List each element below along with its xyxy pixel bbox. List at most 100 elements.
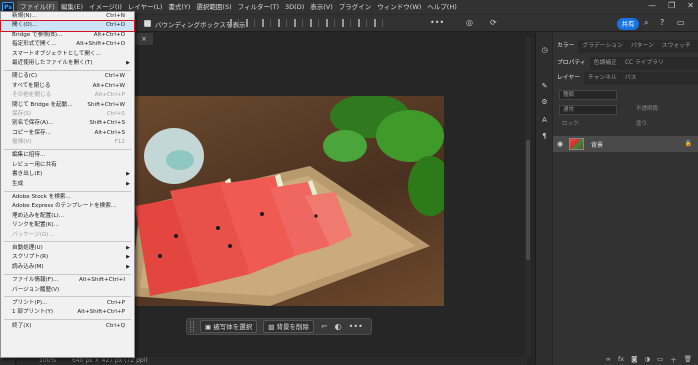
- transform-icon[interactable]: ⌐: [321, 322, 328, 331]
- tab-channels[interactable]: チャンネル: [584, 72, 621, 85]
- tab-properties[interactable]: プロパティ: [553, 57, 590, 70]
- distribute-icon[interactable]: [326, 19, 335, 27]
- adjustment-icon[interactable]: ◐: [335, 322, 342, 331]
- file-menu-item[interactable]: 開く(O)... Ctrl+O: [0, 20, 135, 32]
- file-menu-item[interactable]: バージョン履歴(V): [1, 286, 134, 295]
- tab-color[interactable]: カラー: [553, 40, 579, 53]
- menu-filter[interactable]: フィルター(T): [235, 1, 282, 13]
- file-menu-item[interactable]: 読み込み(M) ▶: [1, 263, 134, 272]
- restore-icon[interactable]: ❐: [668, 1, 675, 10]
- file-menu-item[interactable]: 1 部プリント(Y) Alt+Shift+Ctrl+P: [1, 308, 134, 317]
- workspace-icon[interactable]: ▭: [677, 18, 685, 27]
- layer-style-icon[interactable]: fx: [618, 355, 624, 363]
- menu-type[interactable]: 書式(Y): [165, 1, 193, 13]
- align-center-icon[interactable]: [246, 19, 255, 27]
- minimize-icon[interactable]: —: [648, 1, 656, 10]
- file-menu-item[interactable]: 自動処理(U) ▶: [1, 244, 134, 253]
- menu-separator: [4, 241, 131, 243]
- align-middle-icon[interactable]: [294, 19, 303, 27]
- file-menu-item[interactable]: 別名で保存(A)... Shift+Ctrl+S: [1, 119, 134, 128]
- drag-handle[interactable]: [190, 321, 194, 332]
- align-left-icon[interactable]: [230, 19, 239, 27]
- select-subject-button[interactable]: ▣ 被写体を選択: [200, 320, 258, 333]
- file-menu-item[interactable]: 編集に招待...: [1, 151, 134, 160]
- more-options-icon[interactable]: •••: [430, 18, 444, 27]
- file-menu-item[interactable]: 書き出し(E) ▶: [1, 170, 134, 179]
- file-menu-item[interactable]: すべてを閉じる Alt+Ctrl+W: [1, 82, 134, 91]
- file-menu-item[interactable]: ファイル情報(F)... Alt+Shift+Ctrl+I: [1, 276, 134, 285]
- doc-tab-close-icon[interactable]: ×: [135, 33, 153, 45]
- blend-mode-select[interactable]: 通常: [559, 105, 617, 115]
- scrollbar-thumb[interactable]: [526, 140, 530, 260]
- add-mask-icon[interactable]: ◙: [631, 355, 637, 363]
- menu-item-shortcut: Alt+Shift+Ctrl+O: [76, 41, 125, 48]
- align-top-icon[interactable]: [278, 19, 287, 27]
- file-menu-item[interactable]: 閉じて Bridge を起動... Shift+Ctrl+W: [1, 101, 134, 110]
- menu-separator: [4, 273, 131, 275]
- align-right-icon[interactable]: [262, 19, 271, 27]
- file-menu-item[interactable]: 埋め込みを配置(L)...: [1, 212, 134, 221]
- canvas-image[interactable]: [130, 96, 444, 306]
- align-bottom-icon[interactable]: [310, 19, 319, 27]
- tab-paths[interactable]: パス: [621, 72, 641, 85]
- orbit-icon[interactable]: ⟳: [490, 18, 497, 27]
- tab-pattern[interactable]: パターン: [627, 40, 658, 53]
- file-menu-item[interactable]: 生成 ▶: [1, 180, 134, 189]
- select-subject-label: 被写体を選択: [213, 323, 253, 331]
- delete-layer-icon[interactable]: 🗑: [684, 355, 692, 363]
- file-menu-item[interactable]: 終了(X) Ctrl+Q: [1, 322, 134, 331]
- help-icon[interactable]: ?: [660, 18, 664, 27]
- file-menu-item[interactable]: 指定形式で開く... Alt+Shift+Ctrl+O: [1, 40, 134, 49]
- menu-view[interactable]: 表示(V): [307, 1, 336, 13]
- distribute-spacing-icon[interactable]: [374, 19, 383, 27]
- file-menu-item[interactable]: リンクを配置(K)...: [1, 221, 134, 230]
- distribute-vertical-icon[interactable]: [342, 19, 351, 27]
- layer-row-background[interactable]: ◉ 背景 🔒: [553, 136, 698, 152]
- menu-3d[interactable]: 3D(D): [282, 1, 307, 13]
- menu-item-shortcut: Shift+Ctrl+S: [89, 120, 125, 127]
- link-layers-icon[interactable]: ∞: [606, 355, 611, 363]
- file-menu-item[interactable]: レビュー用に共有: [1, 161, 134, 170]
- tab-swatches[interactable]: スウォッチ: [658, 40, 695, 53]
- menu-item-label: 閉じて Bridge を起動...: [12, 101, 73, 108]
- tab-adjustments[interactable]: 色調補正: [590, 57, 621, 70]
- bounding-box-checkbox[interactable]: [144, 20, 151, 27]
- visibility-eye-icon[interactable]: ◉: [557, 140, 563, 148]
- layer-kind-filter[interactable]: 種類: [559, 90, 617, 100]
- close-icon[interactable]: ✕: [687, 1, 694, 10]
- new-group-icon[interactable]: ▭: [657, 355, 663, 363]
- tab-gradient[interactable]: グラデーション: [578, 40, 626, 53]
- file-menu-item[interactable]: スマートオブジェクトとして開く...: [1, 50, 134, 59]
- distribute-horizontal-icon[interactable]: [358, 19, 367, 27]
- layers-panel-footer: ∞ fx ◙ ◑ ▭ ＋ 🗑: [553, 352, 698, 365]
- adjust-icon[interactable]: ⚙: [540, 98, 549, 107]
- tab-layers[interactable]: レイヤー: [553, 72, 585, 85]
- file-menu-item[interactable]: 最近使用したファイルを開く(T) ▶: [1, 59, 134, 68]
- file-menu-item[interactable]: スクリプト(R) ▶: [1, 253, 134, 262]
- file-menu-item[interactable]: Bridge で参照(B)... Alt+Ctrl+O: [1, 31, 134, 40]
- menu-help[interactable]: ヘルプ(H): [424, 1, 459, 13]
- character-icon[interactable]: A: [540, 116, 549, 125]
- new-layer-icon[interactable]: ＋: [670, 354, 677, 364]
- paragraph-icon[interactable]: ¶: [540, 132, 549, 141]
- menu-plugins[interactable]: プラグイン: [336, 1, 375, 13]
- zoom-level[interactable]: 100%: [39, 357, 56, 365]
- history-icon[interactable]: ◷: [540, 46, 549, 55]
- file-menu-item[interactable]: コピーを保存... Alt+Ctrl+S: [1, 129, 134, 138]
- file-menu-item[interactable]: 閉じる(C) Ctrl+W: [1, 72, 134, 81]
- menu-item-shortcut: F12: [114, 139, 125, 146]
- file-menu-item[interactable]: Adobe Express のテンプレートを検索...: [1, 202, 134, 211]
- file-menu-item[interactable]: Adobe Stock を検索...: [1, 193, 134, 202]
- file-menu-item[interactable]: プリント(P)... Ctrl+P: [1, 299, 134, 308]
- brush-settings-icon[interactable]: ✎: [540, 82, 549, 91]
- menu-window[interactable]: ウィンドウ(W): [374, 1, 424, 13]
- menu-select[interactable]: 選択範囲(S): [193, 1, 234, 13]
- file-menu-item[interactable]: 新規(N)... Ctrl+N: [1, 12, 134, 21]
- search-icon[interactable]: ⌕: [644, 18, 648, 28]
- remove-background-button[interactable]: ▨ 背景を削除: [263, 320, 314, 333]
- tab-libraries[interactable]: CC ライブラリ: [621, 57, 668, 70]
- share-button[interactable]: 共有: [617, 18, 639, 30]
- adjustment-layer-icon[interactable]: ◑: [644, 355, 650, 363]
- 3d-mode-icon[interactable]: ◎: [466, 18, 473, 27]
- more-icon[interactable]: •••: [349, 322, 363, 331]
